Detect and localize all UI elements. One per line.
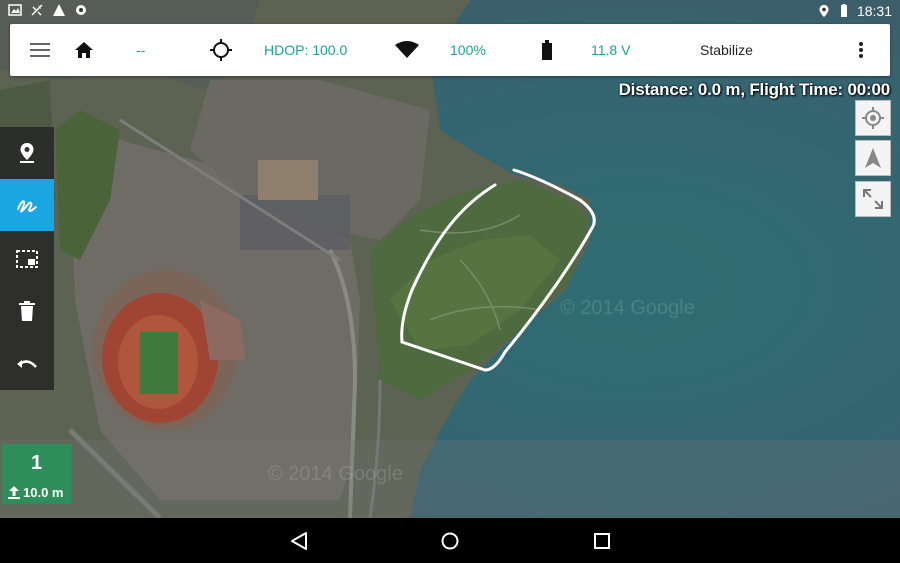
battery-status[interactable]	[541, 24, 553, 76]
gps-status[interactable]	[210, 24, 232, 76]
back-icon[interactable]	[290, 531, 308, 551]
hdop-value: HDOP: 100.0	[264, 42, 348, 58]
crosshair-icon	[210, 39, 232, 61]
home-button[interactable]	[74, 24, 94, 76]
svg-text:x: x	[38, 5, 41, 11]
waypoint-altitude-value: 10.0 m	[23, 485, 64, 500]
my-location-button[interactable]	[855, 100, 891, 136]
wifi-icon	[395, 41, 419, 58]
recents-button[interactable]	[591, 530, 613, 552]
signal-status[interactable]	[395, 24, 419, 76]
navigation-button[interactable]	[855, 140, 891, 176]
menu-button[interactable]	[30, 24, 50, 76]
home-icon[interactable]	[74, 41, 94, 59]
navigation-icon[interactable]	[863, 147, 883, 169]
waypoint-number: 1	[30, 452, 43, 474]
top-toolbar: -- HDOP: 100.0 100% 11.8 V Stabilize	[10, 24, 890, 76]
draw-gesture-icon[interactable]	[15, 195, 39, 215]
my-location-icon[interactable]	[861, 106, 885, 130]
battery-voltage: 11.8 V	[591, 42, 631, 58]
home-distance: --	[136, 42, 146, 58]
editor-tools-panel	[0, 127, 54, 390]
undo-tool[interactable]	[0, 338, 54, 390]
marker-tool[interactable]	[0, 127, 54, 179]
no-gps-icon: x	[30, 3, 44, 17]
settings-icon	[74, 3, 88, 17]
gallery-icon	[8, 3, 22, 17]
flight-mode[interactable]: Stabilize	[700, 24, 753, 76]
map-imagery	[0, 0, 900, 518]
trash-icon[interactable]	[19, 301, 35, 321]
select-area-icon[interactable]	[16, 250, 38, 268]
map-pin-icon[interactable]	[19, 142, 35, 164]
clock: 18:31	[856, 3, 892, 19]
home-circle-icon[interactable]	[440, 531, 460, 551]
battery-icon	[542, 40, 552, 60]
delete-tool[interactable]	[0, 285, 54, 337]
back-button[interactable]	[288, 530, 310, 552]
recents-icon[interactable]	[593, 532, 611, 550]
altitude-up-icon	[8, 486, 20, 499]
location-icon	[817, 4, 831, 18]
fit-bounds-icon[interactable]	[862, 188, 884, 210]
warning-icon	[52, 3, 66, 17]
signal-strength: 100%	[450, 42, 486, 58]
distance-flight-time: Distance: 0.0 m, Flight Time: 00:00	[618, 80, 891, 99]
more-vert-icon[interactable]	[858, 41, 864, 59]
overflow-menu-button[interactable]	[858, 24, 864, 76]
select-tool[interactable]	[0, 233, 54, 285]
android-nav-bar	[0, 518, 900, 563]
home-nav-button[interactable]	[439, 530, 461, 552]
battery-icon	[837, 4, 851, 18]
waypoint-altitude: 10.0 m	[8, 485, 63, 500]
map-watermark: © 2014 Google	[268, 463, 403, 485]
satellite-map[interactable]: © 2014 Google © 2014 Google	[0, 0, 900, 518]
map-watermark: © 2014 Google	[560, 297, 695, 319]
status-bar: x 18:31	[0, 0, 900, 24]
draw-tool[interactable]	[0, 179, 54, 231]
undo-icon[interactable]	[16, 357, 38, 371]
fit-bounds-button[interactable]	[855, 181, 891, 217]
menu-icon[interactable]	[30, 42, 50, 58]
waypoint-card[interactable]: 1 10.0 m	[2, 444, 71, 504]
